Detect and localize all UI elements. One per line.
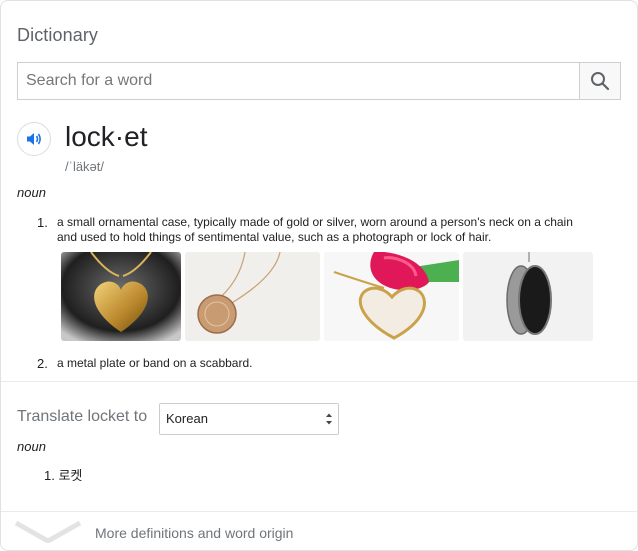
search-button[interactable] <box>579 63 620 99</box>
dictionary-card: Dictionary lock·et /ˈläkət/ noun 1. a sm… <box>0 0 638 551</box>
translate-label: Translate locket to <box>17 408 148 425</box>
round-locket-on-chain-image[interactable] <box>185 252 320 341</box>
card-title: Dictionary <box>17 25 99 45</box>
search-input[interactable] <box>18 63 579 99</box>
search-box <box>17 62 621 100</box>
gold-heart-locket-image[interactable] <box>61 252 181 341</box>
language-select[interactable]: Korean <box>159 403 339 435</box>
part-of-speech: noun <box>17 185 46 200</box>
translation-number: 1. <box>44 468 55 483</box>
open-silver-locket-image[interactable] <box>463 252 593 341</box>
translation-text: 로켓 <box>58 468 83 483</box>
section-divider <box>1 381 637 382</box>
translation-item: 1. 로켓 <box>44 465 82 484</box>
headword: lock·et <box>65 121 148 152</box>
speaker-icon <box>27 133 41 145</box>
search-icon <box>591 72 610 91</box>
definition-text-line: a small ornamental case, typically made … <box>57 215 573 229</box>
translation-part-of-speech: noun <box>17 439 46 454</box>
selected-language: Korean <box>166 411 208 426</box>
definition-text-line: a metal plate or band on a scabbard. <box>57 356 253 370</box>
phonetic-spelling: /ˈläkət/ <box>65 159 105 174</box>
definition-text-line: and used to hold things of sentimental v… <box>57 230 492 244</box>
select-arrows-icon <box>326 413 332 425</box>
chevron-down-icon <box>15 521 81 543</box>
heart-locket-with-rose-image[interactable] <box>324 252 459 341</box>
more-definitions-link[interactable]: More definitions and word origin <box>1 512 637 550</box>
pronunciation-button[interactable] <box>17 122 51 156</box>
more-definitions-label: More definitions and word origin <box>95 525 294 541</box>
definition-number: 2. <box>37 356 48 371</box>
definition-number: 1. <box>37 215 48 230</box>
